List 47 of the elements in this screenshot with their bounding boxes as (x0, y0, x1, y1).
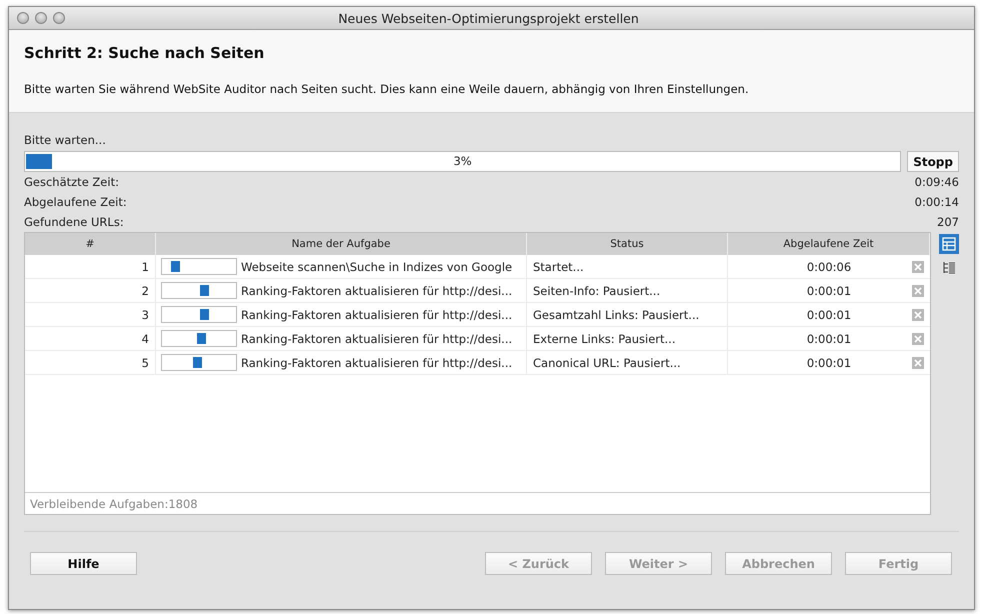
step-description: Bitte warten Sie während WebSite Auditor nach Seiten sucht. Dies kann eine Weile dauern, abhängig von Ihren Einstellungen. (24, 82, 750, 96)
stat-value: 0:09:46 (914, 175, 959, 189)
progress-percent: 3% (452, 154, 473, 168)
column-header[interactable]: Abgelaufene Zeit (728, 233, 930, 255)
table-cell: 3 (25, 303, 156, 326)
table-cell: 0:00:01 (806, 308, 852, 322)
zoom-button[interactable] (53, 12, 65, 24)
stat-label: Gefundene URLs: (24, 215, 124, 229)
table-cell: Seiten-Info: Pausiert... (527, 279, 728, 302)
remove-icon[interactable] (912, 284, 924, 296)
table-view-icon[interactable] (939, 234, 959, 254)
table-cell: 1 (25, 255, 156, 278)
remaining-tasks: Verbleibende Aufgaben:1808 (25, 492, 930, 514)
table-cell: Webseite scannen\Suche in Indizes von Google (241, 260, 512, 274)
column-header[interactable]: # (25, 233, 156, 255)
table-cell: 0:00:06 (806, 260, 852, 274)
table-cell: Ranking-Faktoren aktualisieren für http://desi... (241, 284, 512, 298)
dialog-button[interactable]: Hilfe (30, 552, 137, 575)
table-cell: Startet... (527, 255, 728, 278)
table-cell: 2 (25, 279, 156, 302)
table-cell: Ranking-Faktoren aktualisieren für http://desi... (241, 356, 512, 370)
window-title: Neues Webseiten-Optimierungsprojekt erstellen (338, 10, 640, 26)
column-header[interactable]: Status (527, 233, 728, 255)
column-header[interactable]: Name der Aufgabe (156, 233, 527, 255)
remove-icon[interactable] (912, 332, 924, 344)
remove-icon[interactable] (912, 356, 924, 368)
table-cell: Canonical URL: Pausiert... (527, 351, 728, 374)
close-button[interactable] (17, 12, 29, 24)
table-cell: Ranking-Faktoren aktualisieren für http://desi... (241, 332, 512, 346)
minimize-button[interactable] (35, 12, 47, 24)
remove-icon[interactable] (912, 260, 924, 272)
stop-button[interactable]: Stopp (907, 151, 959, 172)
table-cell: Gesamtzahl Links: Pausiert... (527, 303, 728, 326)
table-cell: Ranking-Faktoren aktualisieren für http://desi... (241, 308, 512, 322)
stat-value: 0:00:14 (914, 195, 959, 209)
table-cell: 4 (25, 327, 156, 350)
table-cell: 5 (25, 351, 156, 374)
step-title: Schritt 2: Suche nach Seiten (24, 44, 266, 62)
stat-value: 207 (937, 215, 959, 229)
remove-icon[interactable] (912, 308, 924, 320)
table-cell: 0:00:01 (806, 284, 852, 298)
table-cell: 0:00:01 (806, 332, 852, 346)
stat-label: Abgelaufene Zeit: (24, 195, 127, 209)
table-cell: 0:00:01 (806, 356, 852, 370)
stat-label: Geschätzte Zeit: (24, 175, 119, 189)
table-cell: Externe Links: Pausiert... (527, 327, 728, 350)
progress-label: Bitte warten... (24, 133, 107, 149)
